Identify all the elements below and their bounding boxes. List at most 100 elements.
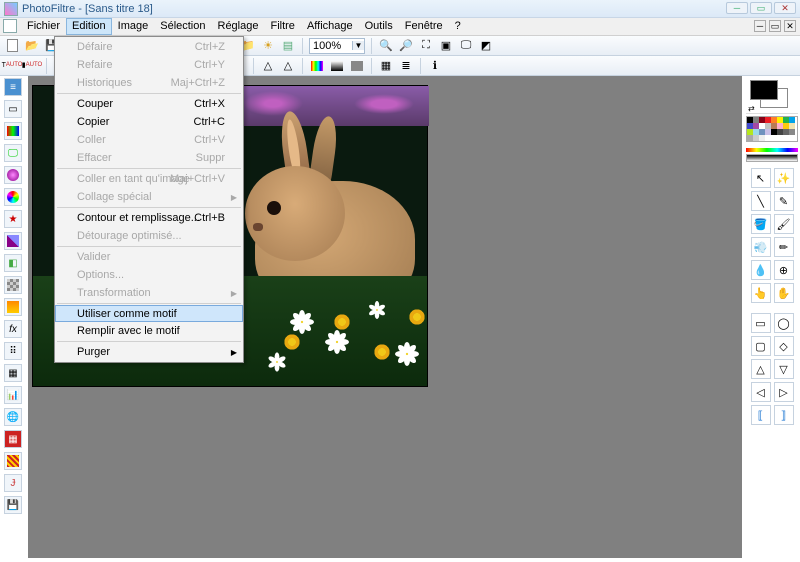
crop-icon[interactable]: ◩	[478, 38, 494, 54]
zoomout-icon[interactable]: 🔎	[398, 38, 414, 54]
menu-item-contour-et-remplissage-[interactable]: Contour et remplissage...Ctrl+B	[55, 209, 243, 227]
gradient-icon[interactable]	[329, 58, 345, 74]
clone-tool-icon[interactable]: ⊕	[774, 260, 794, 280]
brush-tool-icon[interactable]: 🖌	[774, 214, 794, 234]
fullscreen-icon[interactable]: 🖵	[458, 38, 474, 54]
lt-stripes-icon[interactable]	[4, 452, 22, 470]
lt-grid-icon[interactable]: ▦	[4, 364, 22, 382]
menu-fenetre[interactable]: Fenêtre	[399, 18, 449, 35]
lt-patch-icon[interactable]: ▦	[4, 430, 22, 448]
lt-fx-icon[interactable]: fx	[4, 320, 22, 338]
lt-save-icon[interactable]: 💾	[4, 496, 22, 514]
open-icon[interactable]: 📂	[24, 38, 40, 54]
manager-icon[interactable]: ▤	[280, 38, 296, 54]
menu-fichier[interactable]: Fichier	[21, 18, 66, 35]
swap-colors-icon[interactable]: ⇄	[748, 104, 755, 113]
color-palette[interactable]	[746, 116, 798, 142]
menu-filtre[interactable]: Filtre	[264, 18, 300, 35]
poly-right-shape-icon[interactable]: ▷	[774, 382, 794, 402]
fill-tool-icon[interactable]: 🪣	[751, 214, 771, 234]
menu-selection[interactable]: Sélection	[154, 18, 211, 35]
lt-globe-icon[interactable]: 🌐	[4, 408, 22, 426]
lt-gradient-icon[interactable]	[4, 188, 22, 206]
lt-dots-icon[interactable]: ⠿	[4, 342, 22, 360]
info-icon[interactable]: ℹ	[427, 58, 443, 74]
menu-item-utiliser-comme-motif[interactable]: Utiliser comme motif	[55, 305, 243, 322]
bracket-l-icon[interactable]: ⟦	[751, 405, 771, 425]
menu-item-label: Remplir avec le motif	[77, 325, 180, 337]
doc-restore-button[interactable]: ▭	[769, 20, 781, 32]
doc-minimize-button[interactable]: ─	[754, 20, 766, 32]
grid-icon[interactable]: ▦	[378, 58, 394, 74]
menu-outils[interactable]: Outils	[359, 18, 399, 35]
lt-bars-icon[interactable]: 📊	[4, 386, 22, 404]
value-strip[interactable]	[746, 154, 798, 162]
zoom-combo[interactable]: 100% ▼	[309, 38, 365, 54]
tile-icon[interactable]: ☀	[260, 38, 276, 54]
window-controls: ─ ▭ ✕	[726, 2, 796, 14]
menu-item-shortcut: Ctrl+Y	[194, 59, 225, 71]
minimize-button[interactable]: ─	[726, 2, 748, 14]
lt-cube-icon[interactable]: ◧	[4, 254, 22, 272]
foreground-color-swatch[interactable]	[750, 80, 778, 100]
bracket-r-icon[interactable]: ⟧	[774, 405, 794, 425]
zoom-arrow-icon[interactable]: ▼	[352, 41, 364, 50]
auto-contrast-icon[interactable]: ▮AUTO	[24, 58, 40, 74]
layers-icon[interactable]: ≣	[398, 58, 414, 74]
drop-tool-icon[interactable]: 💧	[751, 260, 771, 280]
menu-reglage[interactable]: Réglage	[212, 18, 265, 35]
pen-tool-icon[interactable]: ✎	[774, 191, 794, 211]
tri1-icon[interactable]: △	[260, 58, 276, 74]
zoomin-icon[interactable]: 🔍	[378, 38, 394, 54]
rrect-shape-icon[interactable]: ▢	[751, 336, 771, 356]
tool-grid: ↖ ✨ ╲ ✎ 🪣 🖌 💨 ✏ 💧 ⊕ 👆 ✋	[746, 168, 798, 303]
spray-tool-icon[interactable]: 💨	[751, 237, 771, 257]
hue-strip[interactable]	[746, 148, 798, 152]
lt-screen-icon[interactable]: 🖵	[4, 144, 22, 162]
diamond-shape-icon[interactable]: ◇	[774, 336, 794, 356]
palette-cell[interactable]	[765, 135, 771, 141]
auto-levels-icon[interactable]: TAUTO	[4, 58, 20, 74]
close-button[interactable]: ✕	[774, 2, 796, 14]
actual-icon[interactable]: ▣	[438, 38, 454, 54]
menu-item-copier[interactable]: CopierCtrl+C	[55, 113, 243, 131]
menu-affichage[interactable]: Affichage	[301, 18, 359, 35]
menu-item-purger[interactable]: Purger▶	[55, 343, 243, 361]
new-icon[interactable]	[4, 38, 20, 54]
lt-rgb-icon[interactable]	[4, 122, 22, 140]
doc-close-button[interactable]: ✕	[784, 20, 796, 32]
pencil-tool-icon[interactable]: ✏	[774, 237, 794, 257]
lt-layers-icon[interactable]: ≡	[4, 78, 22, 96]
lt-diag-icon[interactable]	[4, 232, 22, 250]
menu-item-label: Copier	[77, 116, 109, 128]
palette-cell[interactable]	[789, 129, 795, 135]
rect-shape-icon[interactable]: ▭	[751, 313, 771, 333]
ellipse-shape-icon[interactable]: ◯	[774, 313, 794, 333]
wand-tool-icon[interactable]: ✨	[774, 168, 794, 188]
lt-star-icon[interactable]: ★	[4, 210, 22, 228]
poly-left-shape-icon[interactable]: ◁	[751, 382, 771, 402]
color-swatch[interactable]: ⇄	[746, 78, 798, 114]
maximize-button[interactable]: ▭	[750, 2, 772, 14]
menu-item-coller-en-tant-qu-image: Coller en tant qu'imageMaj+Ctrl+V	[55, 170, 243, 188]
lt-checker-icon[interactable]	[4, 276, 22, 294]
menu-image[interactable]: Image	[112, 18, 155, 35]
lt-crop-icon[interactable]: ▭	[4, 100, 22, 118]
hand-tool-icon[interactable]: ✋	[774, 283, 794, 303]
lt-cross-icon[interactable]: Ɉ	[4, 474, 22, 492]
menu-item-remplir-avec-le-motif[interactable]: Remplir avec le motif	[55, 322, 243, 340]
menu-item-couper[interactable]: CouperCtrl+X	[55, 95, 243, 113]
lt-sphere-icon[interactable]	[4, 166, 22, 184]
pointer-tool-icon[interactable]: ↖	[751, 168, 771, 188]
tri-up-shape-icon[interactable]: △	[751, 359, 771, 379]
lt-orange-icon[interactable]	[4, 298, 22, 316]
rgb-icon[interactable]	[309, 58, 325, 74]
menu-edition[interactable]: Edition	[66, 18, 112, 35]
grey-icon[interactable]	[349, 58, 365, 74]
tri2-icon[interactable]: △	[280, 58, 296, 74]
line-tool-icon[interactable]: ╲	[751, 191, 771, 211]
tri-down-shape-icon[interactable]: ▽	[774, 359, 794, 379]
smudge-tool-icon[interactable]: 👆	[751, 283, 771, 303]
menu-help[interactable]: ?	[449, 18, 467, 35]
fit-icon[interactable]: ⛶	[418, 38, 434, 54]
